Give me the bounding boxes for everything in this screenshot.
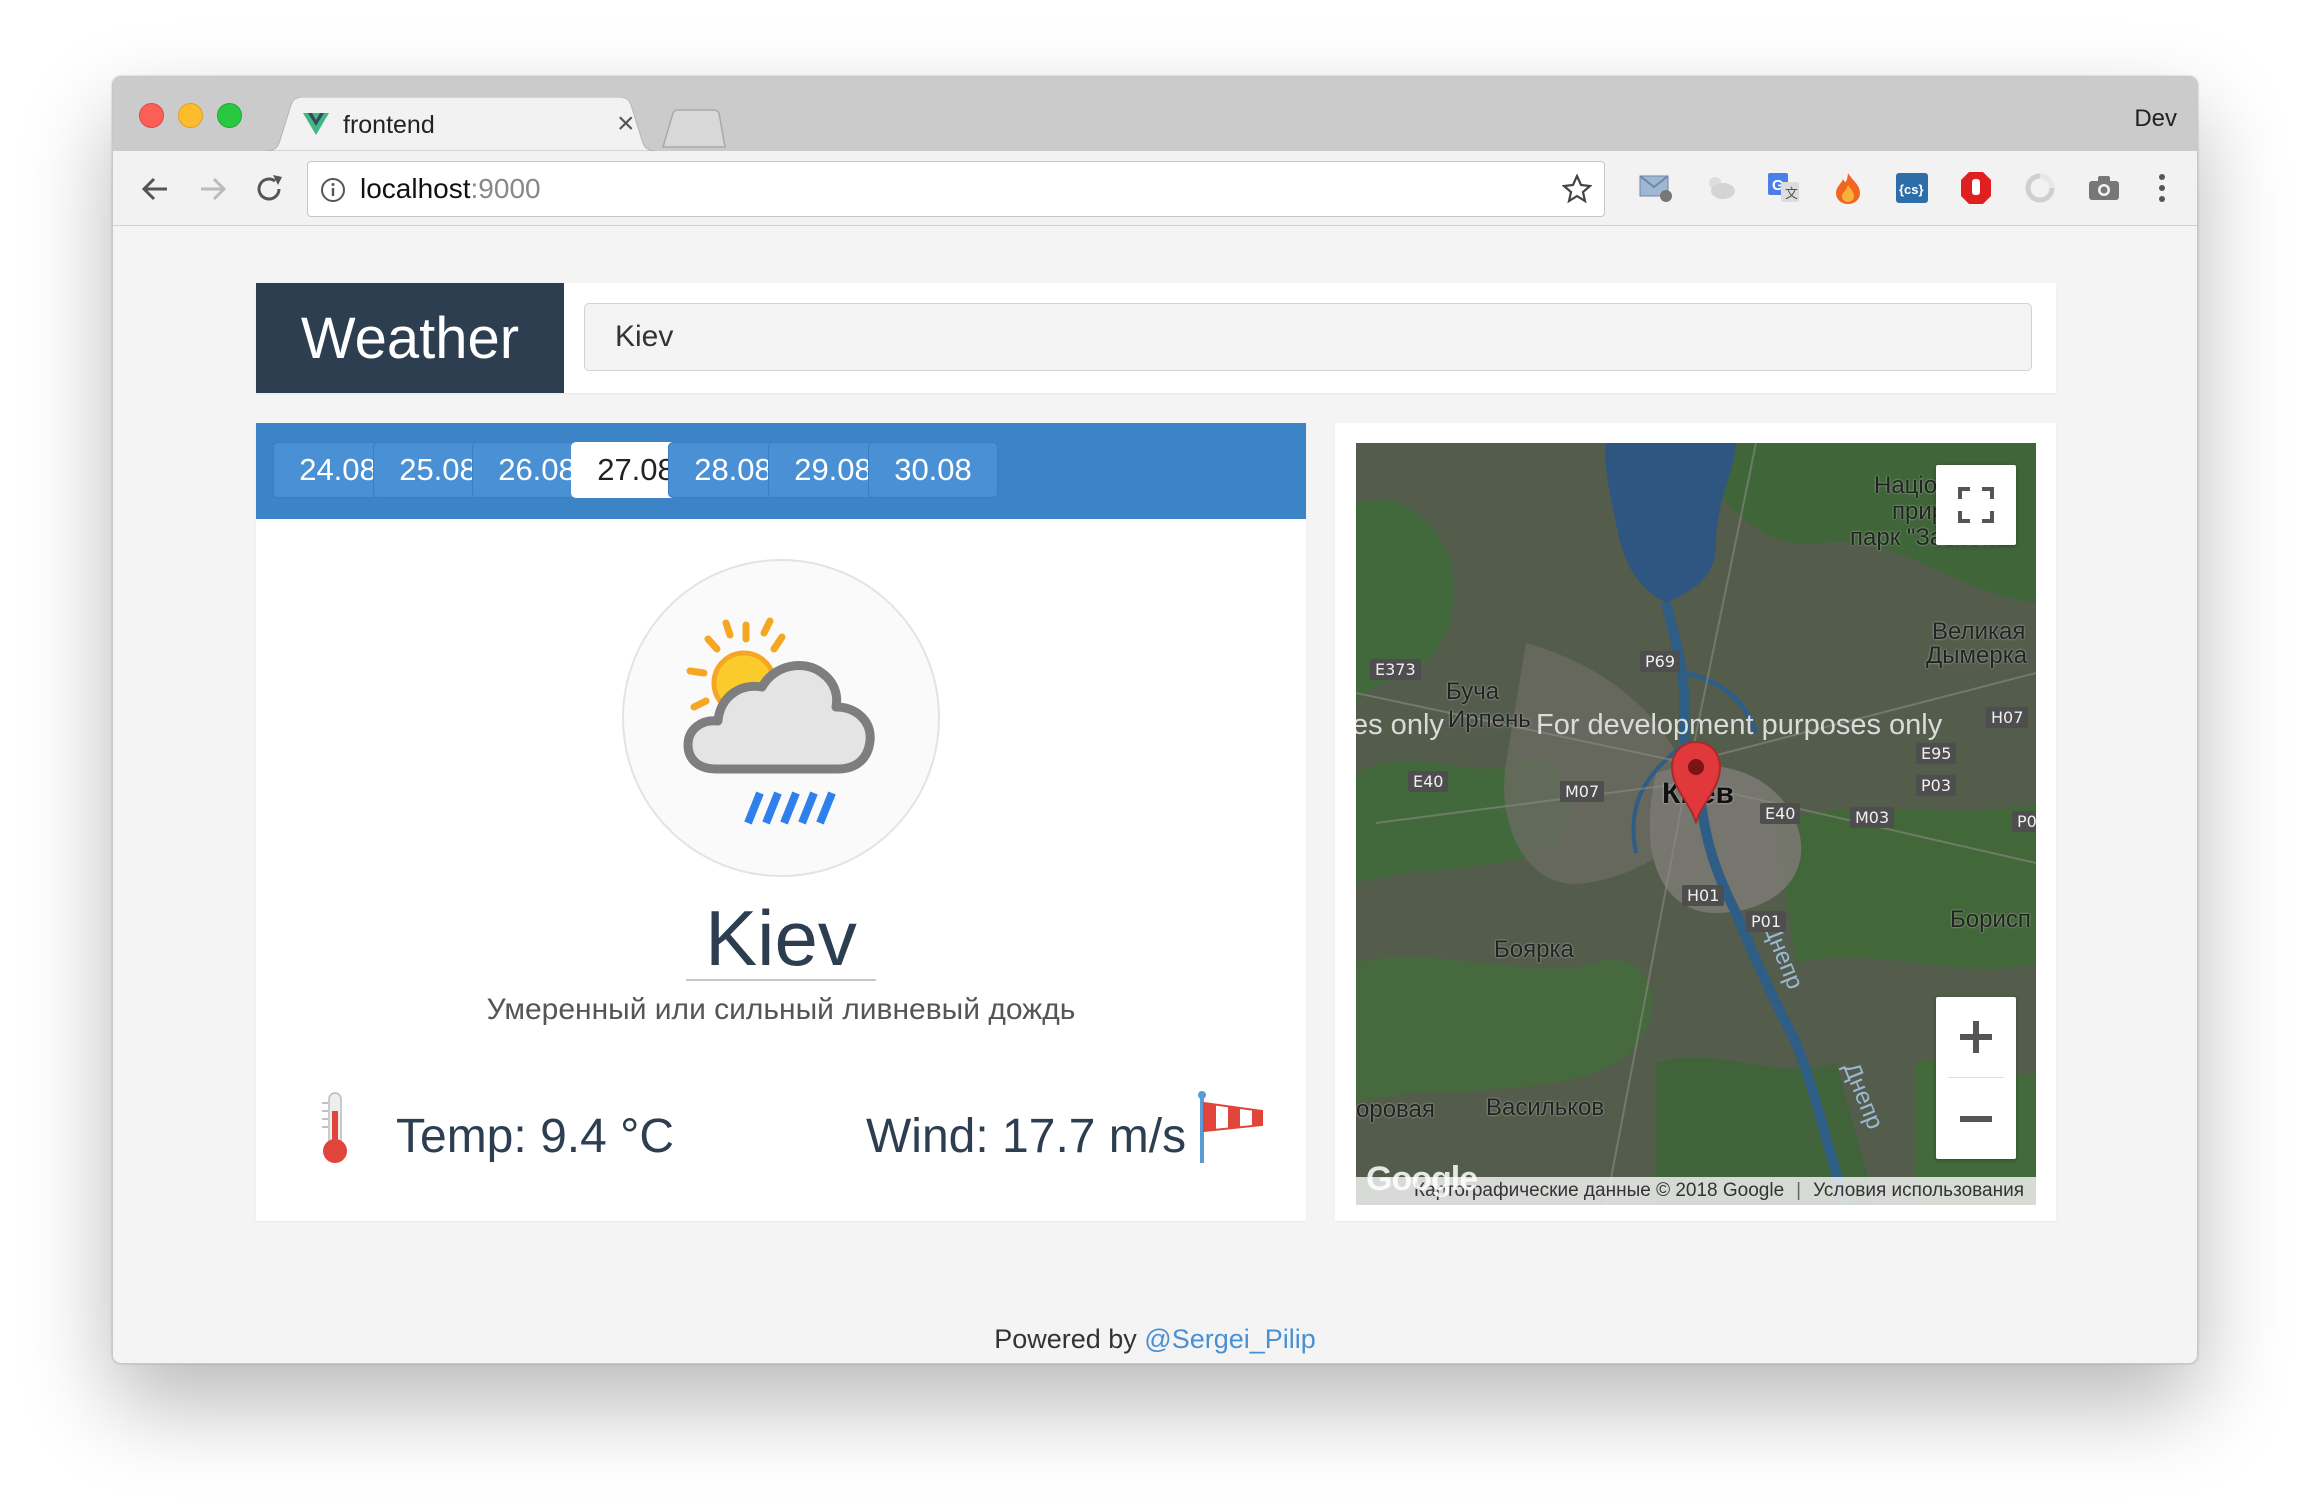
- page-content: Weather 24.0825.0826.0827.0828.0829.0830…: [113, 226, 2197, 1363]
- road-h01: H01: [1682, 885, 1725, 906]
- road-e373: E373: [1370, 659, 1421, 680]
- mail-icon[interactable]: [1637, 169, 1675, 207]
- url-text: localhost:9000: [360, 173, 541, 204]
- map-card: Націон прир парк "Залісся" Великая Дымер…: [1335, 423, 2056, 1221]
- author-link[interactable]: @Sergei_Pilip: [1144, 1324, 1316, 1354]
- terms-link[interactable]: Условия использования: [1813, 1180, 2024, 1202]
- road-m03: M03: [1850, 807, 1895, 828]
- city-name: Kiev: [705, 894, 857, 982]
- road-h07: H07: [1986, 707, 2029, 728]
- weather-description: Умеренный или сильный ливневый дождь: [486, 993, 1076, 1026]
- map-view[interactable]: Націон прир парк "Залісся" Великая Дымер…: [1356, 443, 2036, 1205]
- fullscreen-icon: [1958, 487, 1994, 523]
- city-search-input[interactable]: [584, 303, 2032, 371]
- sync-icon[interactable]: [2021, 169, 2059, 207]
- header-card: Weather: [256, 283, 2056, 393]
- footer-prefix: Powered by: [994, 1324, 1145, 1354]
- info-icon[interactable]: [320, 177, 346, 203]
- bookmark-star-icon[interactable]: [1562, 174, 1592, 204]
- map-label-vasylkiv: Васильков: [1486, 1094, 1605, 1121]
- date-selector: 24.08 25.08 26.08 27.08 28.08 29.08 30.08: [256, 423, 1306, 519]
- city-underline: [686, 979, 876, 981]
- css-icon[interactable]: {cs}: [1893, 169, 1931, 207]
- road-e40-east: E40: [1760, 803, 1801, 824]
- browser-window: frontend × Dev localhost:9000 G 文 {cs} W…: [112, 76, 2198, 1364]
- road-p69: P69: [1640, 651, 1681, 672]
- weather-icon-circle: [622, 559, 940, 877]
- temperature: Temp: 9.4 °C: [396, 1110, 674, 1163]
- road-p01: P01: [1746, 911, 1787, 932]
- map-marker-icon[interactable]: [1668, 739, 1724, 825]
- sun-cloud-rain-icon: [683, 617, 875, 825]
- temperature-value: 9.4 °C: [540, 1110, 674, 1163]
- fire-icon[interactable]: [1829, 169, 1867, 207]
- tab-close-icon[interactable]: ×: [617, 107, 635, 141]
- zoom-controls: [1936, 997, 2016, 1159]
- road-p0: P0: [2012, 811, 2036, 832]
- browser-tab[interactable]: frontend ×: [265, 97, 657, 151]
- brand-title: Weather: [256, 283, 564, 393]
- fullscreen-button[interactable]: [1936, 465, 2016, 545]
- zoom-in-button[interactable]: [1936, 997, 2016, 1077]
- forward-arrow-icon[interactable]: [195, 171, 231, 207]
- road-p03: P03: [1916, 775, 1957, 796]
- new-tab-button[interactable]: [661, 109, 727, 149]
- tab-title: frontend: [343, 111, 435, 139]
- map-label-boryspil: Борисп: [1950, 906, 2031, 933]
- road-m07: M07: [1560, 781, 1605, 802]
- road-e40-west: E40: [1408, 771, 1449, 792]
- svg-text:{cs}: {cs}: [1899, 182, 1924, 197]
- footer: Powered by @Sergei_Pilip: [113, 1324, 2197, 1355]
- camera-icon[interactable]: [2085, 169, 2123, 207]
- svg-text:文: 文: [1785, 186, 1798, 201]
- weather-card: 24.08 25.08 26.08 27.08 28.08 29.08 30.08: [256, 423, 1306, 1221]
- road-e95: E95: [1916, 743, 1957, 764]
- adblock-icon[interactable]: [1957, 169, 1995, 207]
- map-label-boyarka: Боярка: [1494, 936, 1574, 963]
- wind-speed: Wind: 17.7 m/s: [866, 1110, 1187, 1163]
- menu-dots-icon[interactable]: [2143, 169, 2181, 207]
- translate-icon[interactable]: G文: [1765, 169, 1803, 207]
- google-logo[interactable]: Google: [1366, 1160, 1478, 1199]
- back-arrow-icon[interactable]: [137, 171, 173, 207]
- dev-watermark: For development purposes only: [1536, 709, 1943, 741]
- zoom-out-button[interactable]: [1936, 1079, 2016, 1159]
- map-label-irpin: Ирпень: [1448, 706, 1531, 733]
- windsock-icon: [1198, 1091, 1263, 1163]
- map-label-dymerka: Дымерка: [1926, 642, 2028, 669]
- thermometer-icon: [322, 1092, 347, 1163]
- tab-strip: frontend × Dev: [113, 77, 2197, 151]
- minimize-window-button[interactable]: [178, 103, 203, 128]
- zoom-divider: [1948, 1077, 2004, 1078]
- close-window-button[interactable]: [139, 103, 164, 128]
- vue-favicon-icon: [303, 113, 329, 135]
- reload-icon[interactable]: [251, 171, 287, 207]
- wind-value: 17.7 m/s: [1002, 1110, 1187, 1163]
- minus-icon: [1960, 1116, 1992, 1122]
- maximize-window-button[interactable]: [217, 103, 242, 128]
- plus-icon: [1960, 1021, 1992, 1053]
- dev-watermark-left: es only: [1356, 709, 1444, 741]
- address-bar[interactable]: localhost:9000: [307, 161, 1605, 217]
- map-label-bucha: Буча: [1446, 678, 1500, 705]
- profile-name[interactable]: Dev: [2134, 105, 2177, 133]
- date-button[interactable]: 30.08: [868, 442, 998, 498]
- weather-ext-icon[interactable]: [1701, 169, 1739, 207]
- map-label-orovaya: оровая: [1356, 1096, 1435, 1123]
- browser-toolbar: localhost:9000 G文 {cs}: [113, 151, 2197, 226]
